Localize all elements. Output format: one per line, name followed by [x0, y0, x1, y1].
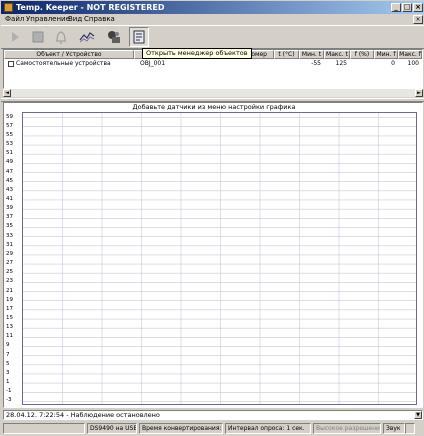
cell-serial: OBJ_001	[140, 60, 166, 67]
chart-icon[interactable]	[77, 27, 97, 47]
status-resolution: Высокое разрешение	[313, 423, 381, 434]
col-max-t[interactable]: Макс. t	[324, 50, 350, 59]
y-tick-label: 23	[6, 278, 13, 285]
status-conversion: Время конвертирования: 750 uS.	[139, 423, 223, 434]
menu-bar: Файл Управление Вид Справка	[1, 14, 424, 25]
cell-min-f: 0	[391, 60, 395, 67]
status-empty	[3, 423, 85, 434]
chart-panel: Добавьте датчики из меню настройки графи…	[3, 102, 423, 408]
y-tick-label: 53	[6, 141, 13, 148]
y-tick-label: 39	[6, 205, 13, 212]
y-tick-label: 19	[6, 296, 13, 303]
y-tick-label: 11	[6, 333, 13, 340]
minimize-button[interactable]: _	[391, 3, 401, 12]
y-tick-label: 17	[6, 305, 13, 312]
cell-f	[350, 59, 374, 68]
y-tick-label: 15	[6, 315, 13, 322]
y-tick-label: 13	[6, 324, 13, 331]
y-tick-label: 49	[6, 159, 13, 166]
status-interval: Интервал опроса: 1 сек.	[225, 423, 311, 434]
status-sound[interactable]: Звук	[383, 423, 405, 434]
y-tick-label: 31	[6, 241, 13, 248]
y-tick-label: 7	[6, 351, 10, 358]
status-bar: DS9490 на USB Время конвертирования: 750…	[1, 422, 424, 435]
y-tick-label: -3	[6, 397, 12, 404]
cell-t	[274, 59, 299, 68]
menu-file[interactable]: Файл	[5, 14, 24, 25]
col-min-t[interactable]: Мин. t	[299, 50, 324, 59]
status-sound-checkbox[interactable]	[405, 423, 415, 434]
y-tick-label: 1	[6, 379, 10, 386]
y-tick-label: 27	[6, 260, 13, 267]
app-window: Temp. Keeper - NOT REGISTERED _ □ × Файл…	[0, 0, 424, 436]
cell-max-t: 125	[335, 60, 347, 67]
status-device: DS9490 на USB	[87, 423, 137, 434]
menu-help[interactable]: Справка	[84, 14, 115, 25]
table-horizontal-scrollbar[interactable]: ◄ ►	[3, 89, 423, 97]
app-icon	[4, 3, 13, 12]
devices-icon[interactable]	[104, 27, 124, 47]
scroll-right-button[interactable]: ►	[415, 89, 423, 97]
y-tick-label: 55	[6, 131, 13, 138]
bell-icon[interactable]	[51, 27, 71, 47]
y-tick-label: 33	[6, 232, 13, 239]
y-tick-label: 57	[6, 122, 13, 129]
chart-title: Добавьте датчики из меню настройки графи…	[132, 103, 296, 111]
col-f[interactable]: f (%)	[350, 50, 374, 59]
y-tick-label: 21	[6, 287, 13, 294]
window-title: Temp. Keeper - NOT REGISTERED	[16, 3, 165, 12]
y-tick-label: 59	[6, 113, 13, 120]
y-tick-label: 37	[6, 214, 13, 221]
plot-area[interactable]	[22, 112, 417, 405]
col-t[interactable]: t (°C)	[274, 50, 299, 59]
y-tick-label: 47	[6, 168, 13, 175]
y-tick-label: 45	[6, 177, 13, 184]
y-tick-label: 29	[6, 250, 13, 257]
event-log[interactable]: 28.04.12. 7:22:54 - Наблюдение остановле…	[3, 410, 423, 420]
y-tick-label: 51	[6, 150, 13, 157]
col-min-f[interactable]: Мин. f	[374, 50, 398, 59]
y-tick-label: 41	[6, 195, 13, 202]
y-tick-label: -1	[6, 388, 12, 395]
title-bar: Temp. Keeper - NOT REGISTERED _ □ ×	[1, 1, 424, 14]
cell-min-t: -55	[311, 60, 321, 67]
y-tick-label: 25	[6, 269, 13, 276]
y-tick-label: 3	[6, 369, 10, 376]
play-icon[interactable]	[5, 27, 25, 47]
mdi-close-button[interactable]: ×	[413, 15, 423, 24]
object-manager-icon[interactable]	[129, 27, 149, 47]
y-tick-label: 35	[6, 223, 13, 230]
menu-view[interactable]: Вид	[68, 14, 82, 25]
menu-control[interactable]: Управление	[26, 14, 70, 25]
cell-max-f: 100	[407, 60, 419, 67]
tooltip: Открыть менеджер объектов	[142, 48, 252, 59]
y-tick-label: 9	[6, 342, 10, 349]
stop-icon[interactable]	[28, 27, 48, 47]
close-button[interactable]: ×	[413, 3, 423, 12]
row-checkbox[interactable]	[8, 61, 14, 67]
log-text: 28.04.12. 7:22:54 - Наблюдение остановле…	[6, 411, 160, 419]
col-object[interactable]: Объект / Устройство	[4, 50, 134, 59]
maximize-button[interactable]: □	[402, 3, 412, 12]
y-tick-label: 5	[6, 360, 10, 367]
cell-object[interactable]: Самостоятельные устройства	[16, 59, 134, 68]
scroll-left-button[interactable]: ◄	[3, 89, 11, 97]
col-max-f[interactable]: Макс. f	[398, 50, 422, 59]
y-tick-label: 43	[6, 186, 13, 193]
log-dropdown-button[interactable]: ▼	[414, 411, 422, 419]
